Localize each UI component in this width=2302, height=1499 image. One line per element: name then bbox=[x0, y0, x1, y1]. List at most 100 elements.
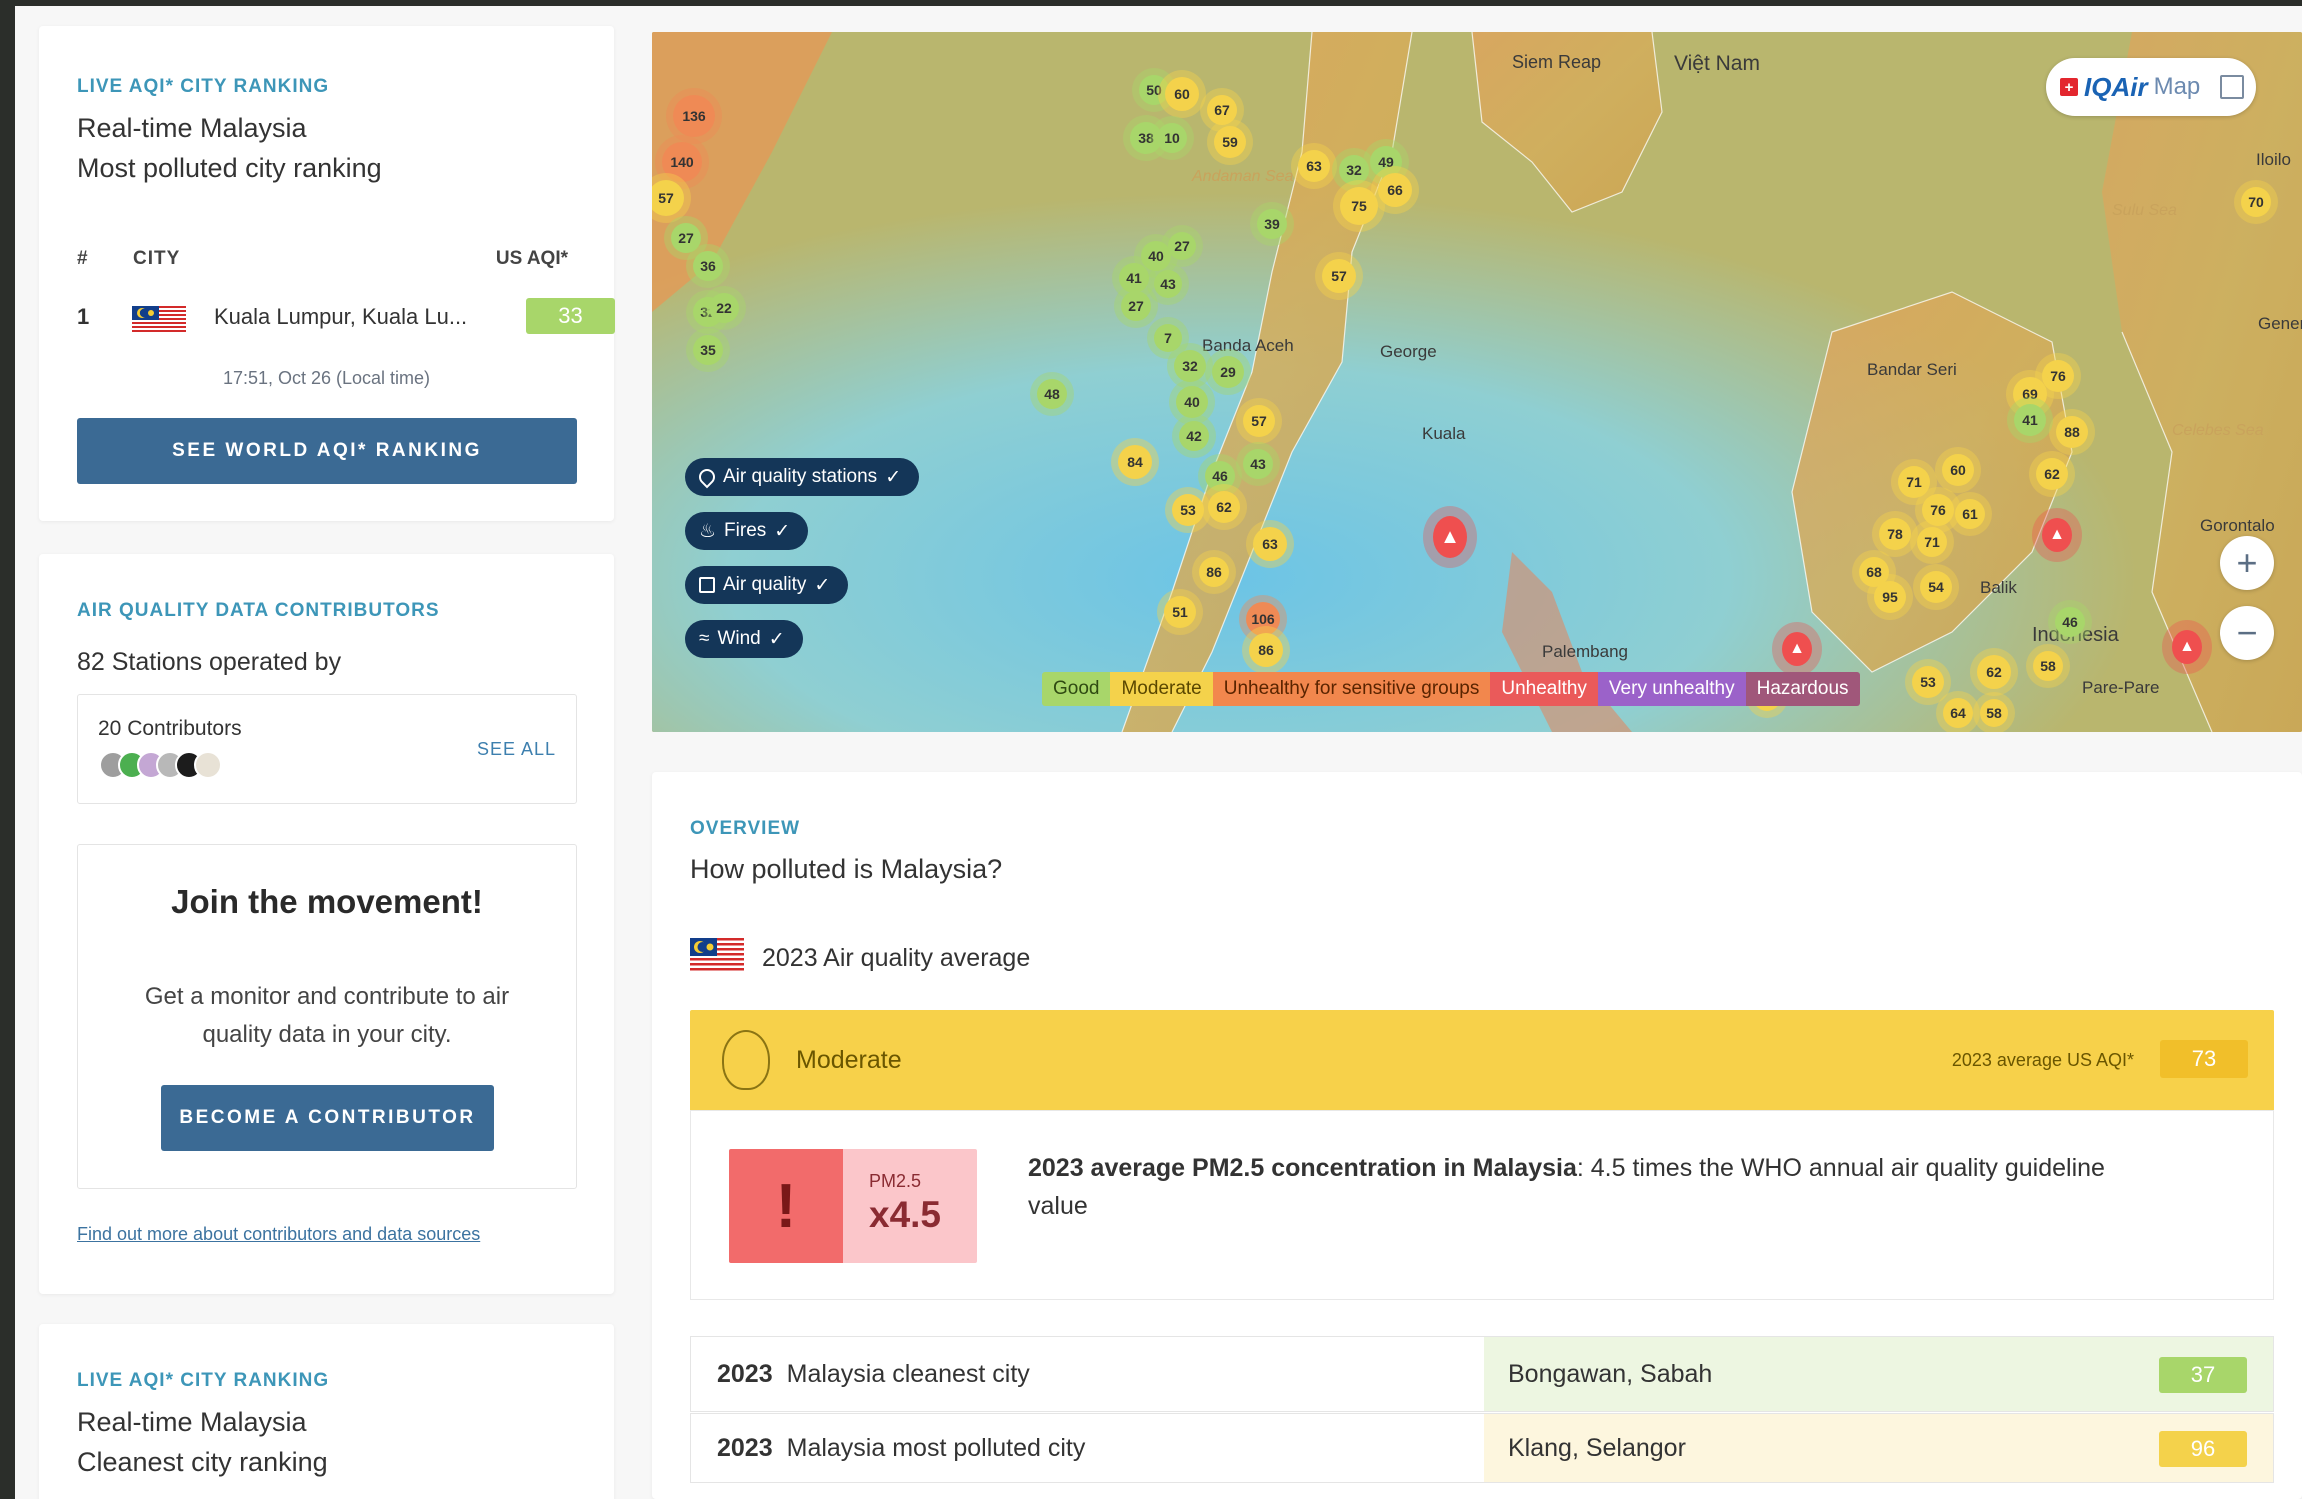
fire-marker-icon[interactable]: ▲ bbox=[1433, 516, 1467, 558]
contributors-box[interactable]: 20 Contributors SEE ALL bbox=[77, 694, 577, 804]
aqi-cluster-marker[interactable]: 75 bbox=[1340, 187, 1378, 225]
aqi-cluster-marker[interactable]: 39 bbox=[1257, 209, 1287, 239]
aqi-cluster-marker[interactable]: 70 bbox=[2241, 187, 2271, 217]
aqi-cluster-marker[interactable]: 67 bbox=[1207, 95, 1237, 125]
zoom-in-button[interactable]: + bbox=[2220, 536, 2274, 590]
city-name[interactable]: Kuala Lumpur, Kuala Lu... bbox=[214, 304, 467, 330]
contributors-card: AIR QUALITY DATA CONTRIBUTORS 82 Station… bbox=[39, 554, 614, 1294]
aqi-cluster-marker[interactable]: 51 bbox=[1164, 596, 1196, 628]
aqi-cluster-marker[interactable]: 58 bbox=[1980, 699, 2008, 727]
rank-column-header: # bbox=[77, 248, 88, 269]
contributor-avatars bbox=[99, 751, 222, 779]
contributors-info-link[interactable]: Find out more about contributors and dat… bbox=[77, 1224, 480, 1245]
aqi-cluster-marker[interactable]: 64 bbox=[1943, 698, 1973, 728]
aqi-cluster-marker[interactable]: 32 bbox=[1174, 350, 1206, 382]
aqi-cluster-marker[interactable]: 78 bbox=[1879, 518, 1911, 550]
aqi-cluster-marker[interactable]: 140 bbox=[662, 142, 702, 182]
table-row-most-polluted[interactable]: 2023 Malaysia most polluted city Klang, … bbox=[690, 1413, 2274, 1483]
aqi-cluster-marker[interactable]: 57 bbox=[1243, 405, 1275, 437]
aqi-cluster-marker[interactable]: 41 bbox=[2014, 404, 2046, 436]
aqi-cluster-marker[interactable]: 60 bbox=[1165, 77, 1199, 111]
aqi-legend: Good Moderate Unhealthy for sensitive gr… bbox=[1042, 672, 1860, 706]
aqi-cluster-marker[interactable]: 7 bbox=[1154, 324, 1182, 352]
join-movement-box: Join the movement! Get a monitor and con… bbox=[77, 844, 577, 1189]
aqi-cluster-marker[interactable]: 42 bbox=[1179, 421, 1209, 451]
aqi-cluster-marker[interactable]: 136 bbox=[673, 95, 715, 137]
aqi-cluster-marker[interactable]: 10 bbox=[1157, 123, 1187, 153]
overview-eyebrow: OVERVIEW bbox=[690, 818, 801, 839]
become-contributor-button[interactable]: BECOME A CONTRIBUTOR bbox=[161, 1085, 494, 1151]
aqi-cluster-marker[interactable]: 62 bbox=[1977, 655, 2011, 689]
aqi-cluster-marker[interactable]: 46 bbox=[1205, 461, 1235, 491]
aqi-cluster-marker[interactable]: 22 bbox=[709, 293, 739, 323]
aqi-cluster-marker[interactable]: 48 bbox=[1037, 379, 1067, 409]
aqi-cluster-marker[interactable]: 32 bbox=[1339, 155, 1369, 185]
aqi-cluster-marker[interactable]: 106 bbox=[1246, 602, 1280, 636]
aqi-cluster-marker[interactable]: 76 bbox=[2042, 360, 2074, 392]
zoom-out-button[interactable]: − bbox=[2220, 606, 2274, 660]
aqi-column-header: US AQI* bbox=[495, 248, 568, 269]
fullscreen-icon[interactable] bbox=[2220, 75, 2245, 99]
fire-marker-icon[interactable]: ▲ bbox=[2042, 518, 2072, 552]
cleanest-city[interactable]: Bongawan, Sabah bbox=[1508, 1360, 1712, 1389]
toggle-air-quality[interactable]: Air quality ✓ bbox=[685, 566, 849, 604]
air-quality-map[interactable]: Siem Reap Việt Nam Banda Aceh George Kua… bbox=[652, 32, 2302, 732]
aqi-cluster-marker[interactable]: 27 bbox=[1168, 232, 1196, 260]
aqi-cluster-marker[interactable]: 43 bbox=[1154, 270, 1182, 298]
check-icon: ✓ bbox=[885, 466, 902, 488]
aqi-cluster-marker[interactable]: 86 bbox=[1249, 633, 1283, 667]
aqi-cluster-marker[interactable]: 60 bbox=[1942, 454, 1974, 486]
aqi-cluster-marker[interactable]: 41 bbox=[1119, 263, 1149, 293]
polluted-aqi: 96 bbox=[2159, 1431, 2247, 1467]
pm25-description-line2: value bbox=[1028, 1192, 1088, 1220]
legend-very-unhealthy: Very unhealthy bbox=[1597, 672, 1746, 706]
see-all-link[interactable]: SEE ALL bbox=[477, 739, 556, 760]
aqi-cluster-marker[interactable]: 88 bbox=[2056, 416, 2088, 448]
aqi-cluster-marker[interactable]: 86 bbox=[1199, 557, 1229, 587]
cleanest-ranking-card: LIVE AQI* CITY RANKING Real-time Malaysi… bbox=[39, 1324, 614, 1499]
aqi-cluster-marker[interactable]: 84 bbox=[1118, 445, 1152, 479]
pm25-label: PM2.5 bbox=[869, 1171, 922, 1191]
aqi-cluster-marker[interactable]: 71 bbox=[1917, 527, 1947, 557]
table-row-cleanest[interactable]: 2023 Malaysia cleanest city Bongawan, Sa… bbox=[690, 1336, 2274, 1412]
cleanest-ranking-title-line2: Cleanest city ranking bbox=[77, 1447, 328, 1477]
aqi-cluster-marker[interactable]: 63 bbox=[1298, 150, 1330, 182]
pm25-description-rest: : 4.5 times the WHO annual air quality g… bbox=[1576, 1154, 2105, 1182]
aqi-cluster-marker[interactable]: 53 bbox=[1172, 494, 1204, 526]
aqi-cluster-marker[interactable]: 62 bbox=[1208, 491, 1240, 523]
aqi-cluster-marker[interactable]: 27 bbox=[671, 223, 701, 253]
aqi-cluster-marker[interactable]: 53 bbox=[1912, 666, 1944, 698]
polluted-city[interactable]: Klang, Selangor bbox=[1508, 1434, 1686, 1463]
aqi-cluster-marker[interactable]: 54 bbox=[1920, 571, 1952, 603]
see-world-ranking-button[interactable]: SEE WORLD AQI* RANKING bbox=[77, 418, 577, 484]
aqi-cluster-marker[interactable]: 62 bbox=[2036, 458, 2068, 490]
avg-us-aqi-value: 73 bbox=[2160, 1040, 2248, 1078]
fire-marker-icon[interactable]: ▲ bbox=[1782, 632, 1812, 666]
aqi-cluster-marker[interactable]: 95 bbox=[1874, 581, 1906, 613]
polluted-ranking-title-line1: Real-time Malaysia bbox=[77, 113, 307, 143]
aqi-cluster-marker[interactable]: 63 bbox=[1253, 527, 1287, 561]
aqi-cluster-marker[interactable]: 35 bbox=[693, 335, 723, 365]
aqi-cluster-marker[interactable]: 58 bbox=[2033, 651, 2063, 681]
map-place-label: Banda Aceh bbox=[1202, 336, 1294, 355]
aqi-cluster-marker[interactable]: 71 bbox=[1898, 466, 1930, 498]
aqi-cluster-marker[interactable]: 40 bbox=[1176, 386, 1208, 418]
aqi-cluster-marker[interactable]: 29 bbox=[1212, 356, 1244, 388]
pm25-multiplier: x4.5 bbox=[869, 1194, 942, 1235]
aqi-cluster-marker[interactable]: 59 bbox=[1214, 126, 1246, 158]
table-row[interactable]: 1 Kuala Lumpur, Kuala Lu... 33 bbox=[77, 294, 615, 338]
aqi-cluster-marker[interactable]: 61 bbox=[1955, 499, 1985, 529]
aqi-cluster-marker[interactable]: 57 bbox=[1322, 259, 1356, 293]
iqair-map-brand[interactable]: + IQAir Map bbox=[2046, 58, 2256, 116]
toggle-fires[interactable]: ♨ Fires ✓ bbox=[685, 512, 809, 550]
toggle-wind[interactable]: ≈ Wind ✓ bbox=[685, 620, 803, 658]
fire-marker-icon[interactable]: ▲ bbox=[2172, 630, 2202, 664]
aqi-cluster-marker[interactable]: 40 bbox=[1141, 241, 1171, 271]
aqi-cluster-marker[interactable]: 36 bbox=[693, 251, 723, 281]
aqi-cluster-marker[interactable]: 46 bbox=[2055, 607, 2085, 637]
aqi-cluster-marker[interactable]: 43 bbox=[1243, 449, 1273, 479]
aqi-cluster-marker[interactable]: 27 bbox=[1121, 291, 1151, 321]
aqi-cluster-marker[interactable]: 66 bbox=[1378, 173, 1412, 207]
toggle-air-quality-stations[interactable]: Air quality stations ✓ bbox=[685, 458, 920, 496]
aqi-cluster-marker[interactable]: 76 bbox=[1922, 494, 1954, 526]
